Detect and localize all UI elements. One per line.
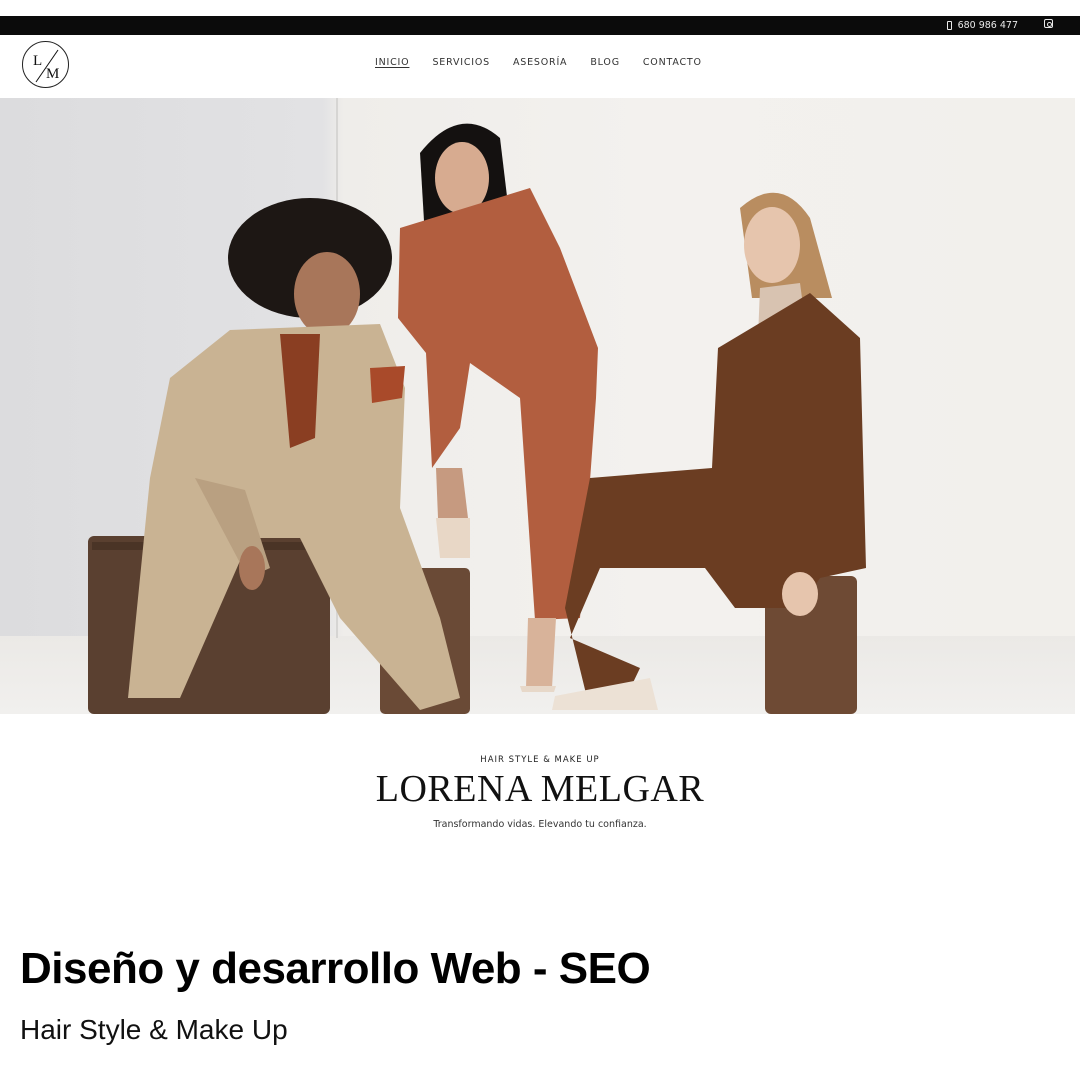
nav-item-contacto[interactable]: CONTACTO <box>643 57 702 68</box>
nav-item-blog[interactable]: BLOG <box>590 57 620 68</box>
brand-kicker: HAIR STYLE & MAKE UP <box>480 755 600 765</box>
models-illustration <box>88 123 866 714</box>
brand-tagline: Transformando vidas. Elevando tu confian… <box>433 819 647 830</box>
brand-block: HAIR STYLE & MAKE UP LORENA MELGAR Trans… <box>0 755 1080 830</box>
main-nav: INICIO SERVICIOS ASESORÍA BLOG CONTACTO <box>375 57 702 68</box>
caption-title: Diseño y desarrollo Web - SEO <box>20 944 651 993</box>
svg-text:M: M <box>46 66 59 82</box>
site-logo[interactable]: L M <box>22 41 69 88</box>
instagram-icon[interactable] <box>1044 19 1053 28</box>
nav-item-asesoria[interactable]: ASESORÍA <box>513 57 567 68</box>
phone-number: 680 986 477 <box>957 20 1018 31</box>
top-bar: 680 986 477 <box>0 16 1080 35</box>
phone-icon <box>946 21 952 30</box>
svg-text:L: L <box>33 53 42 69</box>
site-header: L M INICIO SERVICIOS ASESORÍA BLOG CONTA… <box>0 35 1080 98</box>
nav-item-inicio[interactable]: INICIO <box>375 57 409 68</box>
nav-item-servicios[interactable]: SERVICIOS <box>432 57 490 68</box>
screenshot-frame: 680 986 477 L M INICIO SERVICIOS ASESORÍ… <box>0 0 1080 1080</box>
phone-link[interactable]: 680 986 477 <box>946 19 1018 32</box>
brand-name: LORENA MELGAR <box>375 768 705 810</box>
logo-monogram-icon: L M <box>33 49 59 83</box>
caption-subtitle: Hair Style & Make Up <box>20 1014 288 1045</box>
hero-image <box>0 98 1075 714</box>
